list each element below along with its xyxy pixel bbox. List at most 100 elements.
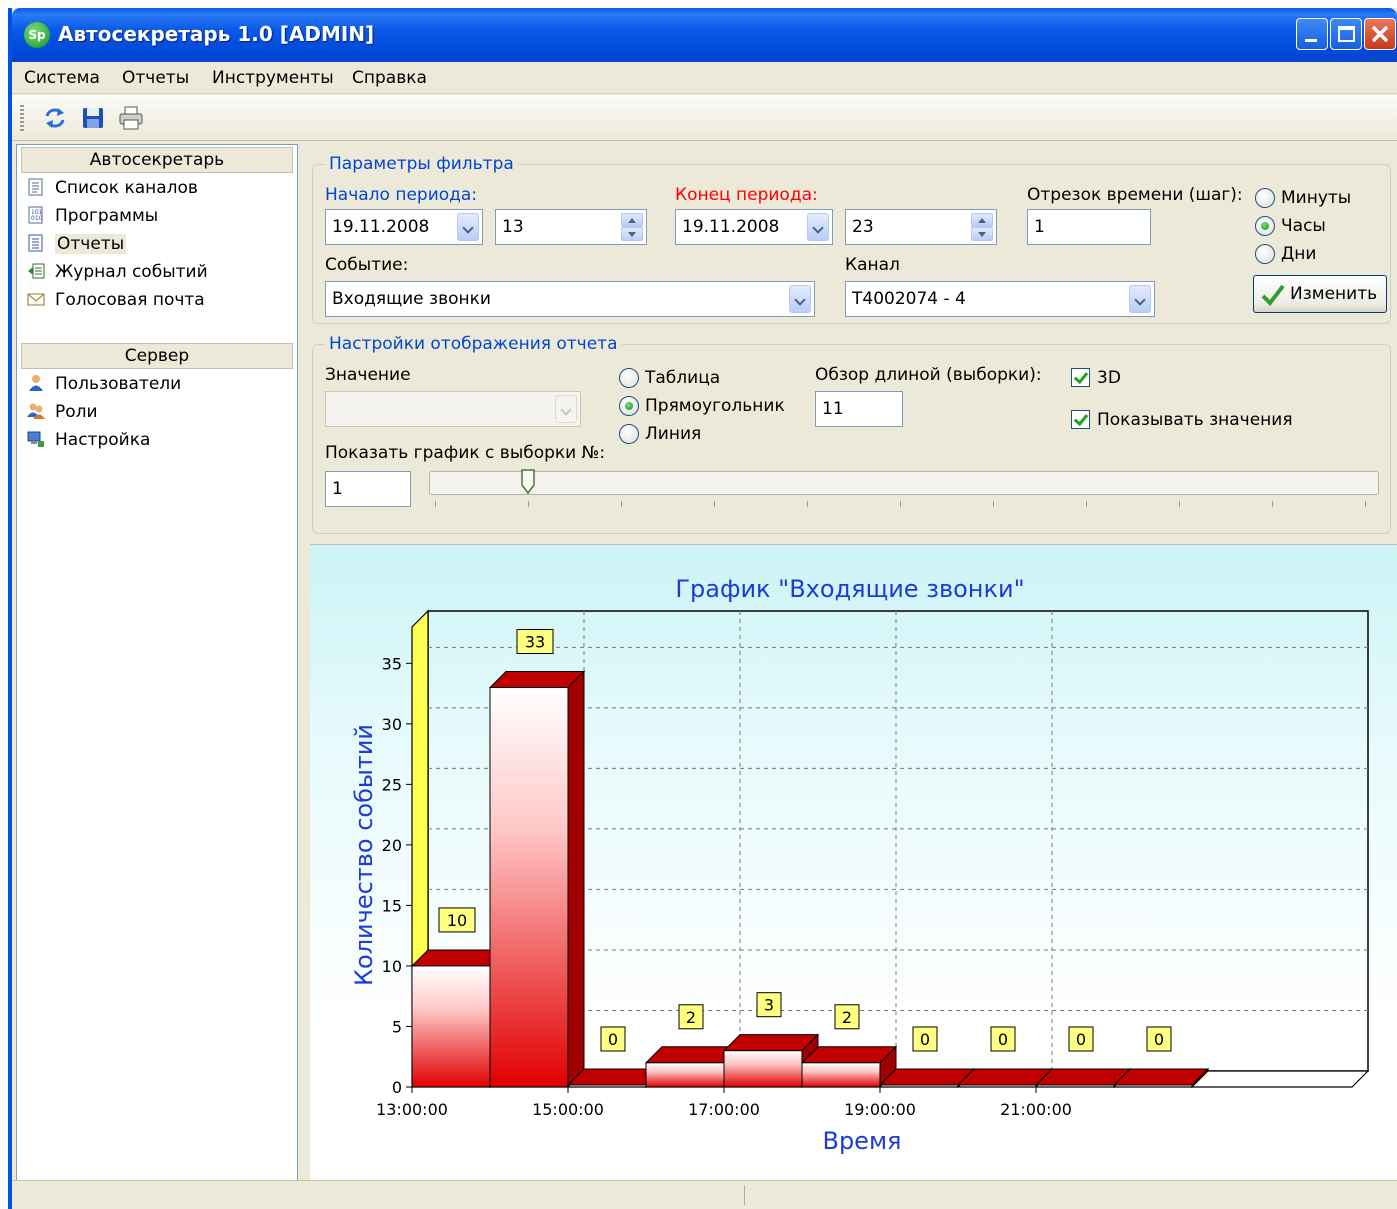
slider-tick (1179, 501, 1180, 507)
sidebar-item-label: Пользователи (55, 374, 182, 394)
sidebar-item-roles[interactable]: Роли (27, 399, 98, 425)
unit-days-radio[interactable]: Дни (1255, 243, 1316, 265)
title-bar[interactable]: Sp Автосекретарь 1.0 [ADMIN] (12, 8, 1397, 62)
sidebar-item-programs[interactable]: 101 010 Программы (27, 203, 158, 229)
sidebar-group-autosecretary[interactable]: Автосекретарь (21, 147, 293, 173)
end-hour-value: 23 (852, 217, 874, 237)
3d-checkbox[interactable]: 3D (1071, 367, 1121, 389)
chart-title: График "Входящие звонки" (675, 575, 1024, 603)
show-values-checkbox[interactable]: Показывать значения (1071, 409, 1293, 431)
report-chart: График "Входящие звонки" Время Количеств… (310, 544, 1397, 1180)
program-icon: 101010 (28, 206, 43, 224)
unit-hours-label: Часы (1281, 216, 1326, 236)
chevron-down-icon[interactable] (457, 213, 479, 241)
spin-buttons-icon[interactable] (971, 213, 993, 241)
view-bar-label: Прямоугольник (645, 396, 785, 416)
sidebar-item-label: Отчеты (55, 234, 127, 254)
slider-tick (621, 501, 622, 507)
start-sample-input[interactable]: 1 (325, 471, 411, 507)
sidebar-item-voicemail[interactable]: Голосовая почта (27, 287, 205, 313)
maximize-button[interactable] (1330, 18, 1362, 50)
view-line-radio[interactable]: Линия (619, 423, 701, 445)
chart-data-label: 33 (525, 633, 545, 652)
3d-checkbox-label: 3D (1097, 368, 1121, 388)
menu-system[interactable]: Система (24, 68, 100, 88)
end-date-picker[interactable]: 19.11.2008 (675, 209, 833, 245)
chart-y-tick-label: 5 (392, 1017, 402, 1036)
radio-icon (1255, 244, 1275, 264)
chevron-down-icon[interactable] (555, 395, 577, 423)
menu-help[interactable]: Справка (352, 68, 427, 88)
view-bar-radio[interactable]: Прямоугольник (619, 395, 785, 417)
chevron-down-icon[interactable] (789, 285, 811, 313)
sidebar-item-event-log[interactable]: Журнал событий (27, 259, 208, 285)
menu-tools[interactable]: Инструменты (212, 68, 334, 88)
unit-minutes-label: Минуты (1281, 188, 1352, 208)
toolbar-grip[interactable] (20, 105, 24, 131)
value-label: Значение (325, 365, 411, 385)
sidebar-item-channels[interactable]: Список каналов (27, 175, 198, 201)
unit-hours-radio[interactable]: Часы (1255, 215, 1326, 237)
event-select[interactable]: Входящие звонки (325, 281, 815, 317)
app-window: Sp Автосекретарь 1.0 [ADMIN] Система Отч… (8, 8, 1397, 1209)
sample-slider[interactable] (429, 471, 1379, 495)
end-hour-stepper[interactable]: 23 (845, 209, 997, 245)
chart-x-tick-label: 15:00:00 (532, 1100, 604, 1119)
value-select[interactable] (325, 391, 581, 427)
unit-minutes-radio[interactable]: Минуты (1255, 187, 1351, 209)
start-period-label: Начало периода: (325, 185, 478, 205)
save-icon[interactable] (80, 105, 106, 131)
apply-button-label: Изменить (1290, 284, 1378, 304)
start-hour-stepper[interactable]: 13 (495, 209, 647, 245)
chart-x-axis-label: Время (822, 1127, 901, 1155)
display-legend: Настройки отображения отчета (325, 334, 622, 354)
slider-tick (993, 501, 994, 507)
checkbox-checked-icon (1071, 410, 1090, 429)
chart-y-tick-label: 10 (382, 957, 402, 976)
mail-icon (27, 293, 45, 306)
sidebar-item-reports[interactable]: Отчеты (27, 231, 127, 257)
close-button[interactable] (1364, 18, 1396, 50)
channel-select[interactable]: T4002074 - 4 (845, 281, 1155, 317)
chevron-down-icon[interactable] (1129, 285, 1151, 313)
settings-icon (27, 431, 44, 447)
slider-thumb-icon[interactable] (521, 469, 535, 495)
toolbar (12, 95, 1397, 141)
chart-x-tick-label: 13:00:00 (376, 1100, 448, 1119)
view-table-radio[interactable]: Таблица (619, 367, 720, 389)
sidebar-group-server[interactable]: Сервер (21, 343, 293, 369)
status-bar (12, 1180, 1397, 1209)
window-length-stepper[interactable]: 11 (815, 391, 903, 427)
slider-tick (714, 501, 715, 507)
end-date-value: 19.11.2008 (682, 217, 780, 237)
spin-buttons-icon[interactable] (621, 213, 643, 241)
chevron-down-icon[interactable] (807, 213, 829, 241)
slider-tick (435, 501, 436, 507)
time-step-value: 1 (1034, 217, 1045, 237)
refresh-icon[interactable] (42, 105, 68, 131)
report-icon (28, 234, 43, 252)
chart-data-label: 0 (998, 1030, 1008, 1049)
print-icon[interactable] (118, 105, 144, 131)
window-length-label: Обзор длиной (выборки): (815, 365, 1042, 385)
chart-data-label: 0 (1076, 1030, 1086, 1049)
sidebar-item-label: Настройка (55, 430, 151, 450)
time-step-stepper[interactable]: 1 (1027, 209, 1151, 245)
chart-data-label: 0 (1154, 1030, 1164, 1049)
sidebar-item-settings[interactable]: Настройка (27, 427, 150, 453)
event-value: Входящие звонки (332, 289, 491, 309)
apply-button[interactable]: Изменить (1253, 275, 1387, 313)
sidebar-item-users[interactable]: Пользователи (27, 371, 181, 397)
view-line-label: Линия (645, 424, 702, 444)
sidebar-item-label: Журнал событий (55, 262, 208, 282)
chart-data-label: 2 (842, 1008, 852, 1027)
start-date-picker[interactable]: 19.11.2008 (325, 209, 483, 245)
app-logo-icon: Sp (24, 22, 50, 48)
start-sample-label: Показать график с выборки №: (325, 443, 606, 463)
chart-x-tick-label: 17:00:00 (688, 1100, 760, 1119)
slider-tick (900, 501, 901, 507)
menu-reports[interactable]: Отчеты (122, 68, 189, 88)
chart-y-tick-label: 15 (382, 896, 402, 915)
minimize-button[interactable] (1296, 18, 1328, 50)
status-bar-divider (744, 1185, 745, 1205)
